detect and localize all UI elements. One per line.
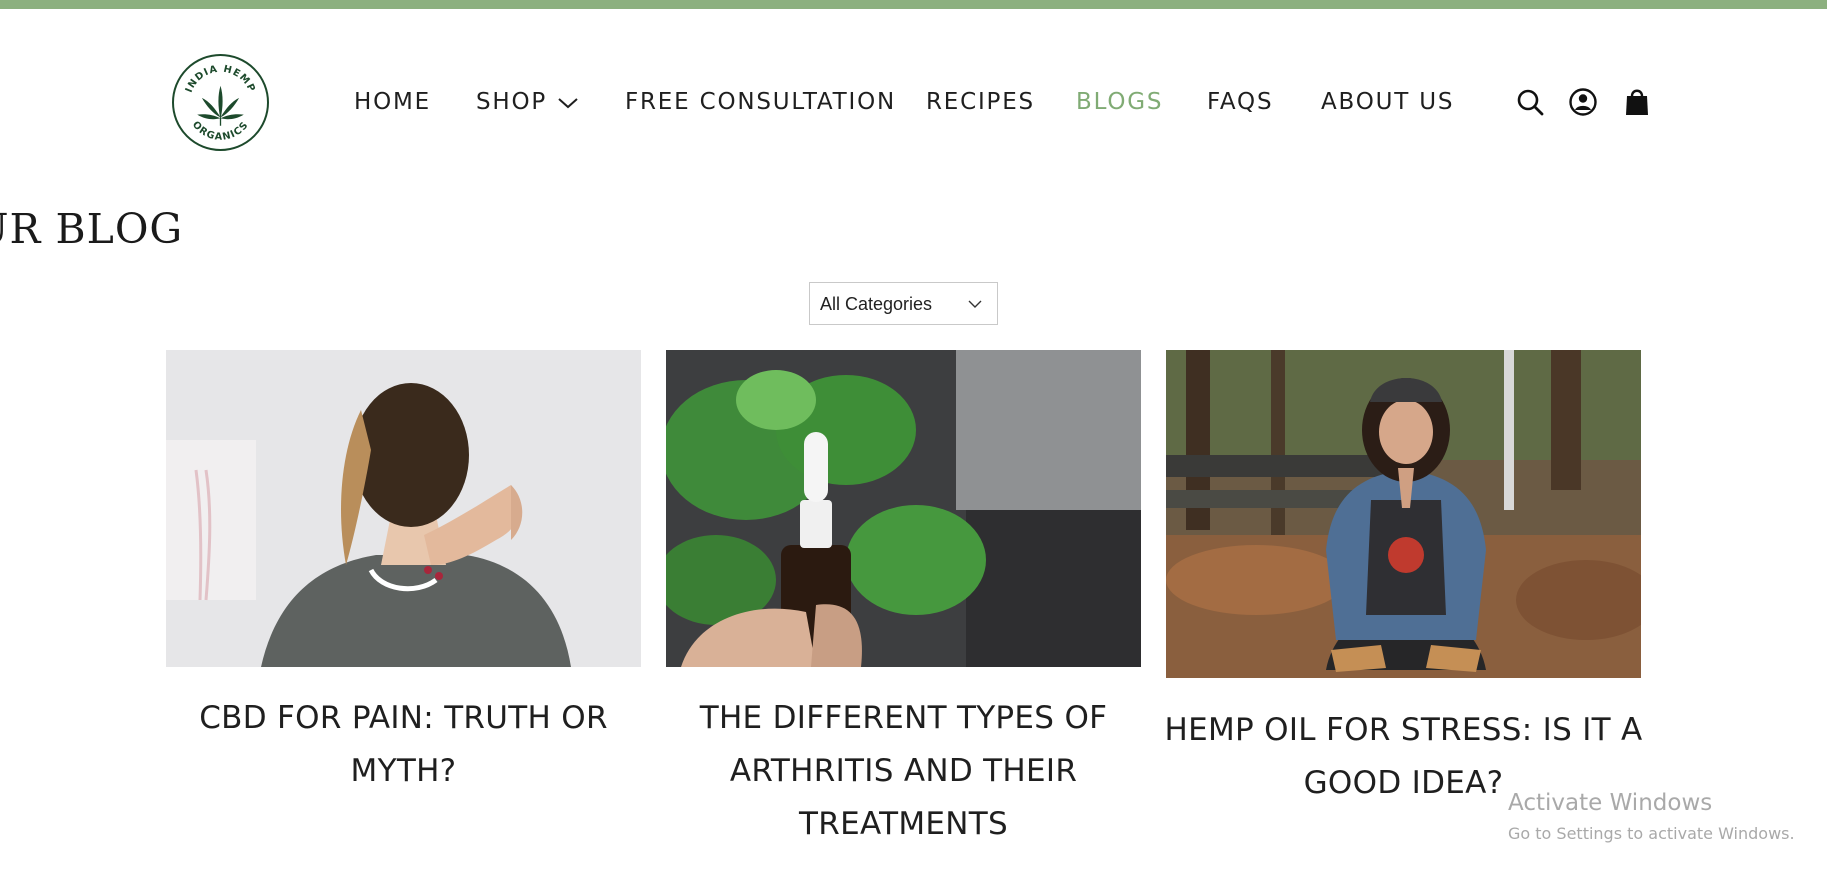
nav-recipes[interactable]: RECIPES [926, 84, 1035, 120]
blog-card-image[interactable] [666, 350, 1141, 667]
cart-icon[interactable] [1622, 87, 1652, 117]
blog-card-image[interactable] [166, 350, 641, 667]
chevron-down-icon [557, 96, 579, 110]
watermark-subtitle: Go to Settings to activate Windows. [1508, 824, 1795, 843]
nav-shop[interactable]: SHOP [476, 84, 579, 120]
hemp-leaf-icon: INDIA HEMP ORGANICS [184, 64, 256, 143]
blog-card-title[interactable]: THE DIFFERENT TYPES OF ARTHRITIS AND THE… [656, 692, 1151, 851]
nav-home[interactable]: HOME [354, 84, 431, 120]
top-accent-bar [0, 0, 1827, 9]
watermark-title: Activate Windows [1508, 790, 1713, 816]
blog-card-title[interactable]: CBD FOR PAIN: TRUTH OR MYTH? [156, 692, 651, 798]
nav-blogs[interactable]: BLOGS [1076, 84, 1163, 120]
chevron-down-icon [968, 300, 982, 308]
page-title: UR BLOG [0, 205, 184, 253]
category-select-value: All Categories [820, 294, 933, 314]
windows-activation-watermark: Activate Windows Go to Settings to activ… [1508, 788, 1795, 846]
nav-about-us[interactable]: ABOUT US [1321, 84, 1454, 120]
brand-logo[interactable]: INDIA HEMP ORGANICS [172, 54, 269, 151]
blog-card-image[interactable] [1166, 350, 1641, 678]
nav-free-consultation[interactable]: FREE CONSULTATION [625, 84, 896, 120]
nav-faqs[interactable]: FAQS [1207, 84, 1273, 120]
nav-shop-label: SHOP [476, 89, 548, 115]
search-icon[interactable] [1515, 87, 1545, 117]
account-icon[interactable] [1568, 87, 1598, 117]
category-select[interactable]: All Categories [809, 282, 998, 325]
